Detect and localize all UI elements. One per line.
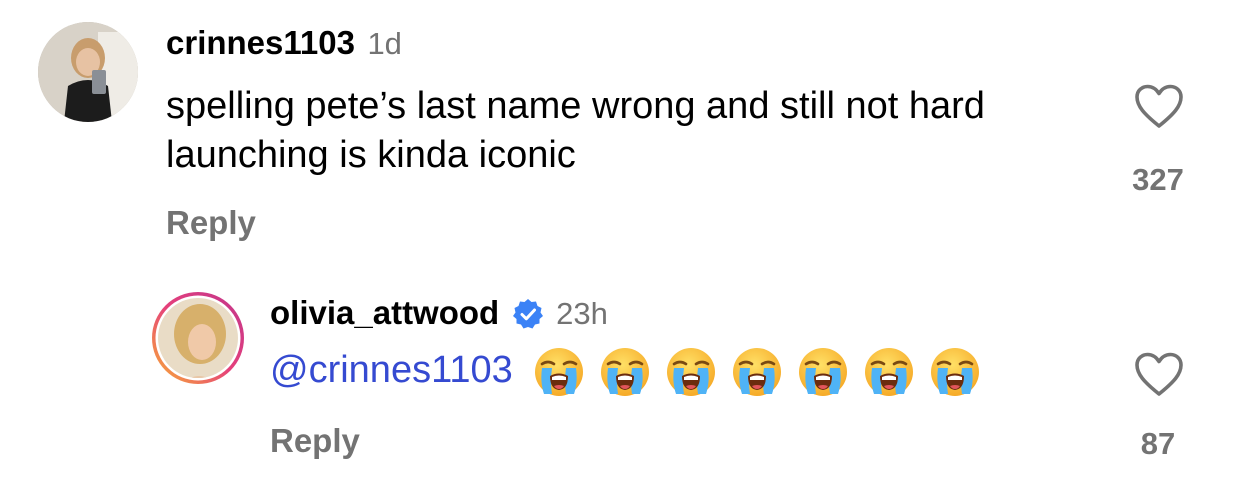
loudly-crying-face-emoji [731, 346, 783, 398]
timestamp: 1d [367, 26, 402, 61]
loudly-crying-face-emoji [533, 346, 585, 398]
mention-link[interactable]: @crinnes1103 [270, 349, 513, 391]
heart-icon[interactable] [1134, 84, 1184, 135]
username[interactable]: crinnes1103 [166, 24, 355, 61]
loudly-crying-face-emoji [863, 346, 915, 398]
loudly-crying-face-emoji [665, 346, 717, 398]
loudly-crying-face-emoji [599, 346, 651, 398]
emoji-row [533, 346, 981, 398]
comment-text: @crinnes1103 [270, 346, 981, 398]
comment-text: spelling pete’s last name wrong and stil… [166, 85, 985, 176]
comment-olivia-attwood: olivia_attwood 23h @crinnes1103 Reply 87 [0, 270, 1248, 478]
username[interactable]: olivia_attwood [270, 294, 499, 331]
loudly-crying-face-emoji [797, 346, 849, 398]
reply-button[interactable]: Reply [270, 422, 360, 460]
loudly-crying-face-emoji [929, 346, 981, 398]
reply-button[interactable]: Reply [166, 204, 256, 242]
comment-crinnes1103: crinnes1103 1d spelling pete’s last name… [0, 0, 1248, 270]
like-count: 87 [1140, 426, 1176, 461]
like-count: 327 [1132, 162, 1184, 197]
verified-badge-icon [512, 298, 544, 335]
avatar[interactable] [150, 290, 246, 386]
heart-icon[interactable] [1134, 352, 1184, 403]
timestamp: 23h [556, 296, 608, 331]
avatar[interactable] [38, 22, 138, 122]
